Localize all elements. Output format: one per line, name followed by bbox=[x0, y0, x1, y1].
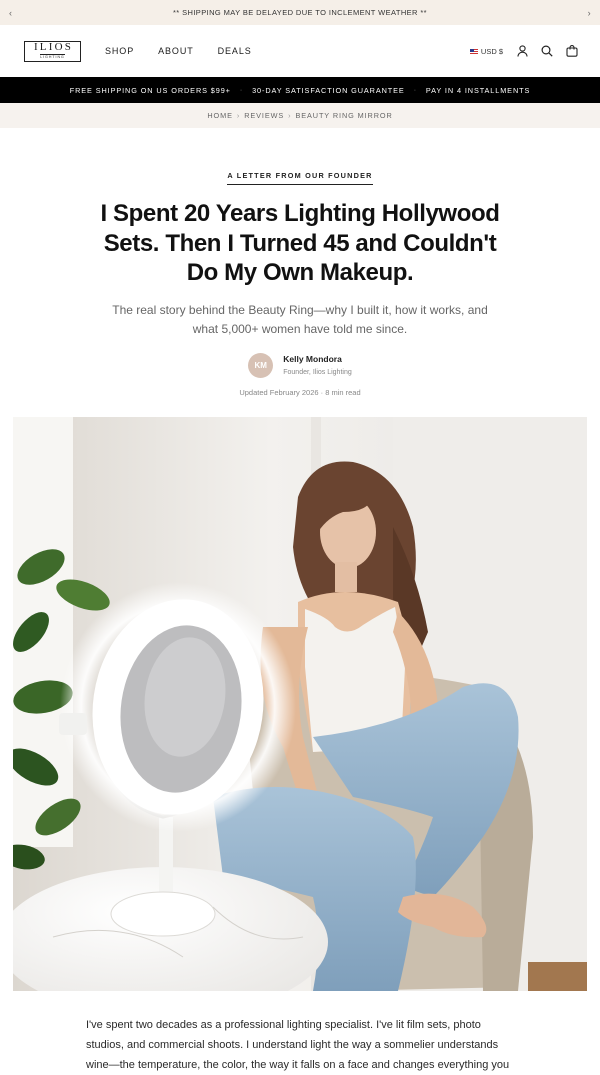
breadcrumb-current: BEAUTY RING MIRROR bbox=[295, 111, 393, 120]
author-role: Founder, Ilios Lighting bbox=[283, 369, 352, 376]
article-body: I've spent two decades as a professional… bbox=[86, 1018, 510, 1071]
chevron-right-icon[interactable]: › bbox=[588, 8, 591, 18]
avatar: KM bbox=[248, 352, 274, 378]
nav-deals[interactable]: DEALS bbox=[218, 46, 252, 56]
us-flag-icon bbox=[469, 48, 478, 54]
promo-installments: PAY IN 4 INSTALLMENTS bbox=[425, 85, 531, 95]
announcement-bar: ‹ ** SHIPPING MAY BE DELAYED DUE TO INCL… bbox=[0, 0, 600, 25]
hero-image bbox=[13, 416, 587, 991]
currency-label: USD $ bbox=[480, 46, 503, 56]
currency-selector[interactable]: USD $ bbox=[469, 46, 503, 56]
logo-word: ILIOS bbox=[33, 41, 74, 54]
nav-about[interactable]: ABOUT bbox=[158, 46, 194, 56]
search-icon[interactable] bbox=[541, 45, 553, 57]
site-header: ILIOS LIGHTING SHOP ABOUT DEALS USD $ bbox=[0, 25, 600, 77]
article-subhead: The real story behind the Beauty Ring—wh… bbox=[112, 302, 488, 336]
main-nav: SHOP ABOUT DEALS bbox=[105, 46, 252, 56]
promo-separator: · bbox=[239, 86, 244, 94]
announcement-text: ** SHIPPING MAY BE DELAYED DUE TO INCLEM… bbox=[172, 8, 427, 17]
breadcrumb-reviews[interactable]: REVIEWS bbox=[244, 111, 284, 120]
chevron-left-icon[interactable]: ‹ bbox=[9, 8, 12, 18]
breadcrumb-separator: › bbox=[236, 111, 241, 120]
nav-shop[interactable]: SHOP bbox=[105, 46, 134, 56]
author-info: Kelly Mondora Founder, Ilios Lighting bbox=[283, 354, 352, 376]
breadcrumb-home[interactable]: HOME bbox=[207, 111, 233, 120]
promo-separator: · bbox=[413, 86, 417, 94]
promo-shipping: FREE SHIPPING ON US ORDERS $99+ bbox=[69, 85, 231, 95]
article-header: A LETTER FROM OUR FOUNDER I Spent 20 Yea… bbox=[0, 128, 600, 397]
breadcrumb: HOME › REVIEWS › BEAUTY RING MIRROR bbox=[0, 103, 600, 128]
article-kicker: A LETTER FROM OUR FOUNDER bbox=[227, 171, 373, 185]
author-block: KM Kelly Mondora Founder, Ilios Lighting bbox=[0, 352, 600, 378]
logo-subtitle: LIGHTING bbox=[40, 54, 65, 60]
cart-icon[interactable] bbox=[566, 45, 578, 57]
updated-date: Updated February 2026 · 8 min read bbox=[239, 387, 361, 397]
author-name: Kelly Mondora bbox=[283, 354, 342, 364]
promo-bar: FREE SHIPPING ON US ORDERS $99+ · 30-DAY… bbox=[0, 77, 600, 103]
promo-guarantee: 30-DAY SATISFACTION GUARANTEE bbox=[252, 85, 405, 95]
header-actions: USD $ bbox=[469, 45, 578, 57]
account-icon[interactable] bbox=[516, 45, 528, 57]
logo[interactable]: ILIOS LIGHTING bbox=[24, 40, 81, 62]
article-headline: I Spent 20 Years Lighting Hollywood Sets… bbox=[100, 200, 500, 286]
breadcrumb-separator: › bbox=[288, 111, 292, 120]
